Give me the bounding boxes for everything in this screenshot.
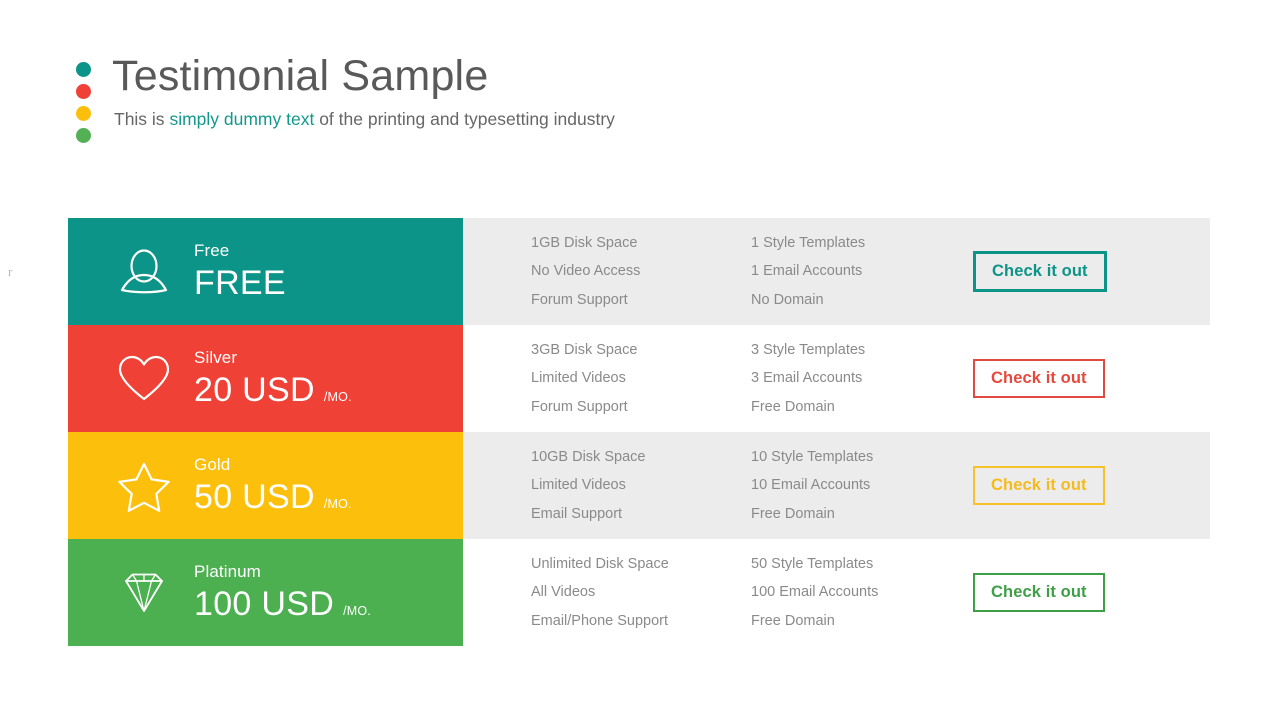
feature-item: Forum Support (531, 291, 628, 308)
feature-item: 10GB Disk Space (531, 448, 646, 465)
feature-column-left: 1GB Disk Space No Video Access Forum Suppo… (531, 229, 751, 315)
plan-price: 50 USD (194, 477, 315, 516)
pricing-row-gold: Gold 50 USD/MO. 10GB Disk Space Limited Vid… (68, 432, 1210, 539)
feature-item: 3 Style Templates (751, 341, 866, 358)
plan-meta: Free FREE (184, 241, 286, 301)
plan-name: Gold (194, 455, 231, 475)
feature-item: No Domain (751, 291, 824, 308)
feature-item: 3 Email Accounts (751, 370, 863, 387)
feature-item: Limited Videos (531, 477, 626, 494)
pricing-row-silver: Silver 20 USD/MO. 3GB Disk Space Limited Vi… (68, 325, 1210, 432)
plan-meta: Platinum 100 USD/MO. (184, 562, 371, 622)
feature-item: 1 Style Templates (751, 234, 866, 251)
cta-cell: Check it out (971, 325, 1221, 432)
check-it-out-button-gold[interactable]: Check it out (973, 465, 1105, 506)
plan-name: Platinum (194, 562, 261, 582)
feature-item: 50 Style Templates (751, 555, 874, 572)
pricing-table: Free FREE 1GB Disk Space No Video Access For… (68, 218, 1210, 646)
plan-price: 20 USD (194, 370, 315, 409)
feature-item: 10 Email Accounts (751, 477, 871, 494)
pricing-row-free: Free FREE 1GB Disk Space No Video Access For… (68, 218, 1210, 325)
diamond-icon (104, 568, 184, 618)
feature-item: 1 Email Accounts (751, 263, 863, 280)
subtitle-link[interactable]: simply dummy text (169, 109, 314, 129)
plan-meta: Gold 50 USD/MO. (184, 455, 352, 515)
plan-block-platinum: Platinum 100 USD/MO. (68, 539, 463, 646)
plan-price: FREE (194, 263, 286, 302)
edge-artifact-mark: r (8, 264, 13, 279)
check-it-out-button-free[interactable]: Check it out (973, 250, 1107, 293)
feature-item: Free Domain (751, 398, 835, 415)
feature-column-left: 3GB Disk Space Limited Videos Forum Suppor… (531, 336, 751, 422)
feature-item: Email Support (531, 505, 623, 522)
page-subtitle: This is simply dummy text of the printin… (114, 109, 615, 130)
dot-red (75, 84, 91, 99)
subtitle-text-before: This is (114, 109, 170, 130)
feature-item: 100 Email Accounts (751, 584, 879, 601)
cta-cell: Check it out (971, 218, 1221, 325)
plan-block-gold: Gold 50 USD/MO. (68, 432, 463, 539)
plan-period: /MO. (343, 603, 371, 618)
feature-column-left: Unlimited Disk Space All Videos Email/Phon… (531, 550, 751, 636)
feature-item: Email/Phone Support (531, 612, 669, 629)
plan-block-free: Free FREE (68, 218, 463, 325)
plan-period: /MO. (323, 389, 352, 404)
cta-cell: Check it out (971, 539, 1221, 646)
plan-price: 100 USD (194, 584, 335, 623)
subtitle-text-after: of the printing and typesetting industry (314, 109, 615, 130)
feature-item: No Video Access (531, 263, 641, 280)
plan-period: /MO. (323, 496, 352, 511)
dot-teal (75, 62, 91, 77)
person-icon (104, 246, 184, 298)
star-icon (104, 460, 184, 512)
check-it-out-button-platinum[interactable]: Check it out (973, 572, 1105, 613)
feature-item: Limited Videos (531, 370, 626, 387)
cta-cell: Check it out (971, 432, 1221, 539)
feature-column-right: 10 Style Templates 10 Email Accounts Free … (751, 443, 971, 529)
feature-column-right: 3 Style Templates 3 Email Accounts Free Do… (751, 336, 971, 422)
dot-yellow (75, 106, 91, 121)
plan-price-line: FREE (194, 265, 286, 302)
plan-price-line: 100 USD/MO. (194, 586, 371, 623)
feature-column-right: 1 Style Templates 1 Email Accounts No Doma… (751, 229, 971, 315)
feature-column-right: 50 Style Templates 100 Email Accounts Free… (751, 550, 971, 636)
feature-column-left: 10GB Disk Space Limited Videos Email Suppo… (531, 443, 751, 529)
features-cell: 10GB Disk Space Limited Videos Email Suppo… (463, 432, 971, 539)
pricing-row-platinum: Platinum 100 USD/MO. Unlimited Disk Space A… (68, 539, 1210, 646)
plan-name: Silver (194, 348, 238, 368)
heart-icon (104, 353, 184, 405)
feature-item: Free Domain (751, 612, 835, 629)
feature-item: All Videos (531, 584, 596, 601)
features-cell: 1GB Disk Space No Video Access Forum Suppo… (463, 218, 971, 325)
dot-green (75, 128, 91, 143)
features-cell: Unlimited Disk Space All Videos Email/Phon… (463, 539, 971, 646)
plan-price-line: 50 USD/MO. (194, 479, 352, 516)
feature-item: 10 Style Templates (751, 448, 874, 465)
feature-item: 1GB Disk Space (531, 234, 638, 251)
dot-stack (68, 52, 98, 150)
feature-item: 3GB Disk Space (531, 341, 638, 358)
features-cell: 3GB Disk Space Limited Videos Forum Suppor… (463, 325, 971, 432)
slide-header: Testimonial Sample This is simply dummy … (68, 52, 1218, 150)
feature-item: Forum Support (531, 398, 628, 415)
plan-meta: Silver 20 USD/MO. (184, 348, 352, 408)
plan-name: Free (194, 241, 230, 261)
check-it-out-button-silver[interactable]: Check it out (973, 358, 1105, 399)
plan-block-silver: Silver 20 USD/MO. (68, 325, 463, 432)
feature-item: Free Domain (751, 505, 835, 522)
page-title: Testimonial Sample (112, 52, 489, 100)
feature-item: Unlimited Disk Space (531, 555, 669, 572)
plan-price-line: 20 USD/MO. (194, 372, 352, 409)
